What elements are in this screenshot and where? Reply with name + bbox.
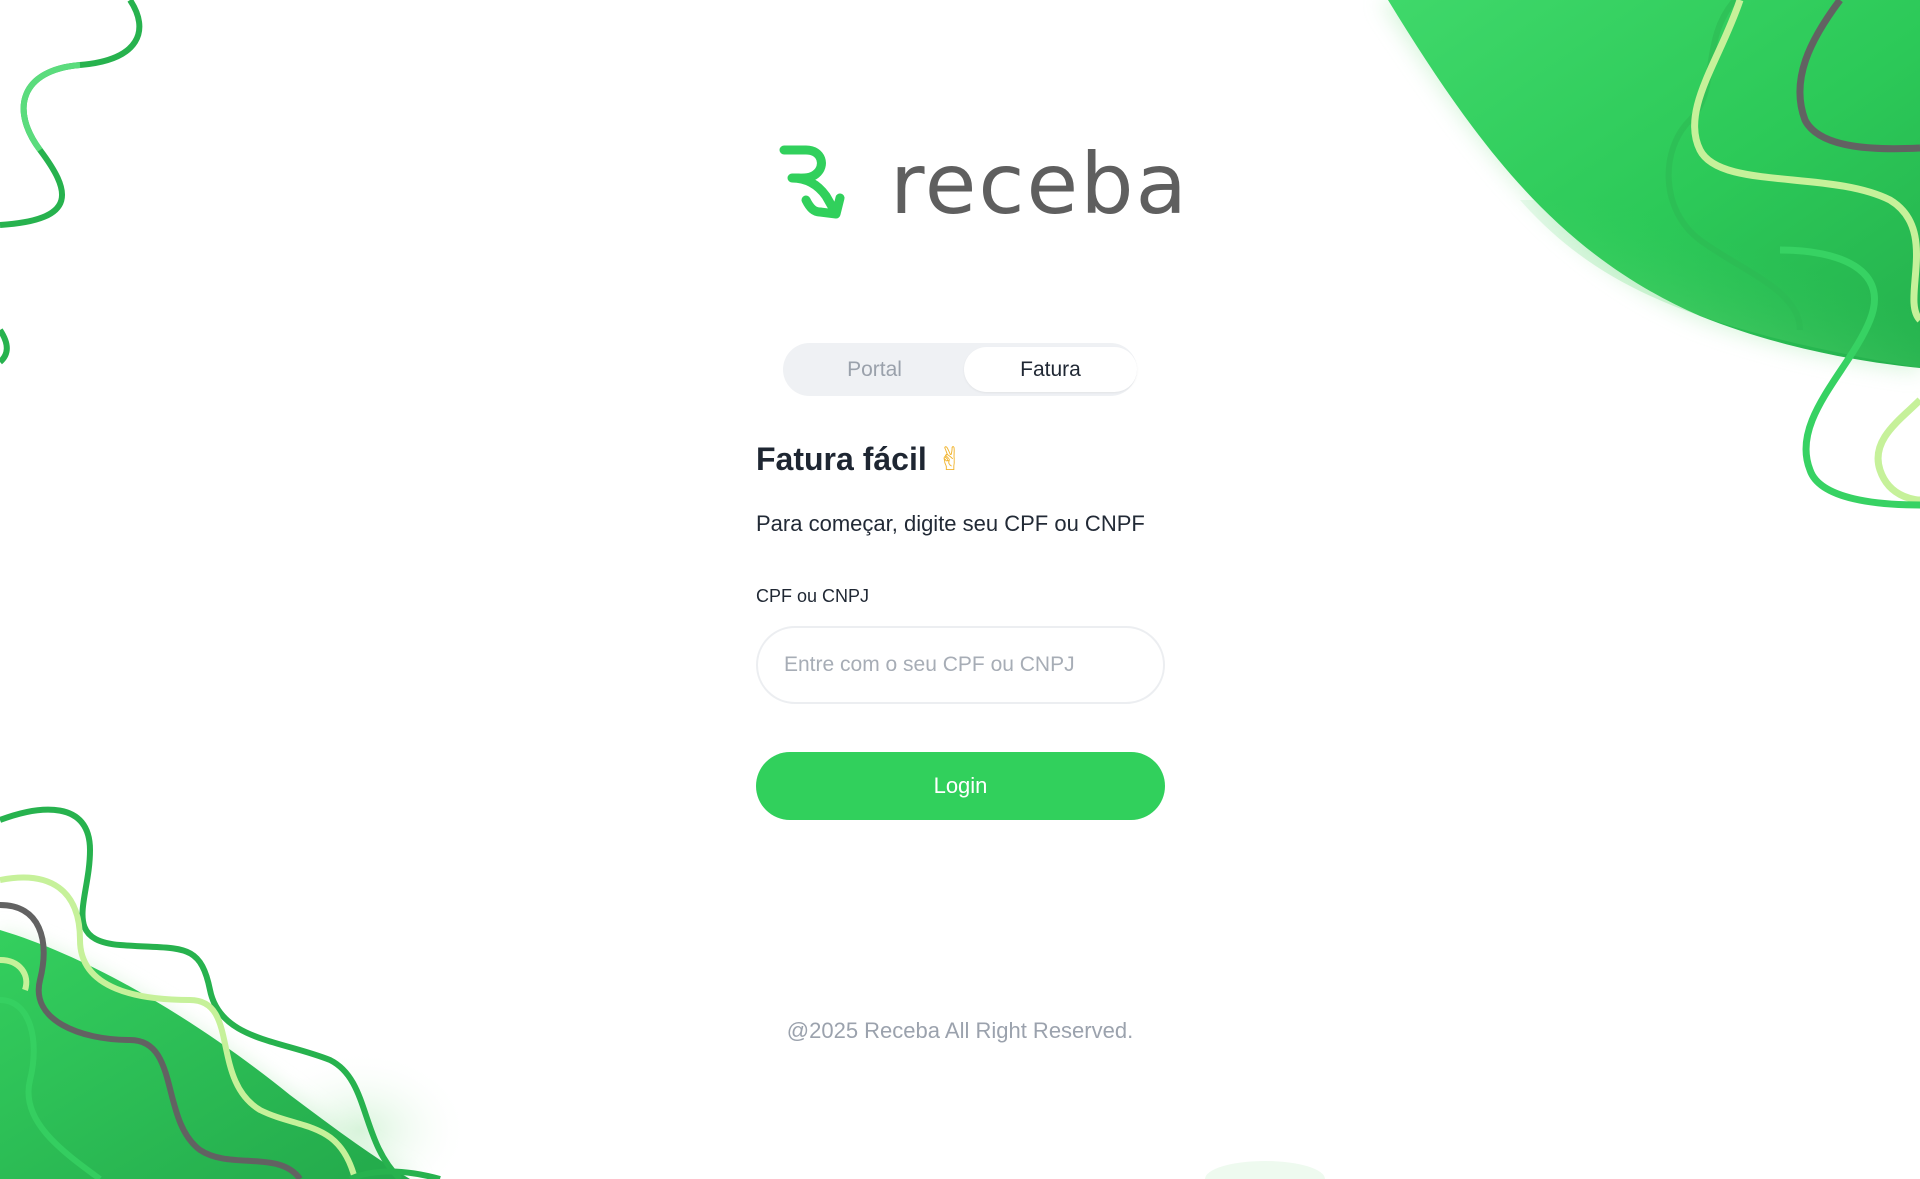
page-title: Fatura fácil ✌ xyxy=(756,440,964,478)
cpf-cnpj-input[interactable] xyxy=(756,626,1165,704)
login-button[interactable]: Login xyxy=(756,752,1165,820)
victory-hand-icon: ✌ xyxy=(936,440,964,478)
arrow-r-icon xyxy=(779,145,845,219)
top-left-squiggle xyxy=(0,0,143,365)
page-title-text: Fatura fácil xyxy=(756,441,927,477)
tab-fatura[interactable]: Fatura xyxy=(964,347,1137,392)
login-page: receba Portal Fatura Fatura fácil ✌ Para … xyxy=(0,0,1920,1179)
cpf-cnpj-label: CPF ou CNPJ xyxy=(756,586,870,606)
brand-wordmark: receba xyxy=(890,135,1190,233)
receba-logo: receba xyxy=(779,140,1187,230)
page-subtitle: Para começar, digite seu CPF ou CNPF xyxy=(756,511,1145,536)
mode-tabs: Portal Fatura xyxy=(783,343,1137,396)
tab-portal[interactable]: Portal xyxy=(788,347,961,392)
bottom-left-blob xyxy=(0,806,470,1179)
bottom-glow xyxy=(1205,1161,1325,1179)
footer-copyright: @2025 Receba All Right Reserved. xyxy=(786,1018,1134,1043)
top-right-blob xyxy=(1380,0,1920,509)
